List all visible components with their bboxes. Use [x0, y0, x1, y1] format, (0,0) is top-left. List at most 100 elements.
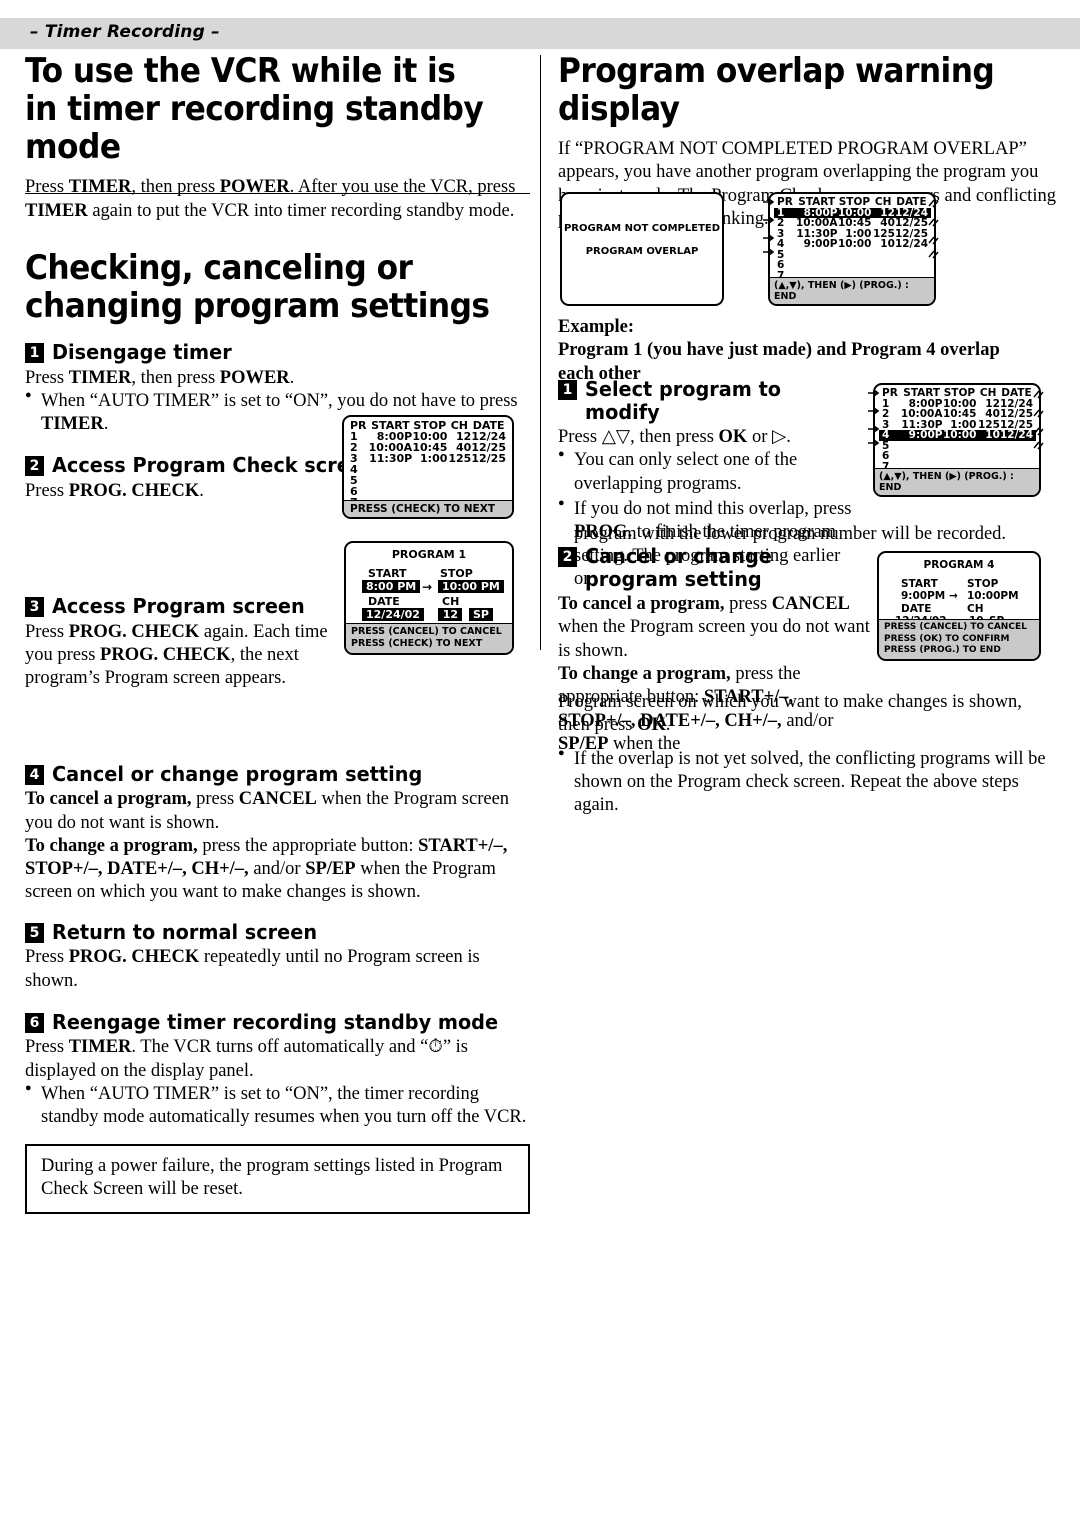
- table-header-row: PR START STOP CH DATE: [879, 388, 1036, 399]
- table-row: 2 10:00A 10:45 40 12/25: [774, 218, 931, 229]
- table-row: 3 11:30P 1:00 125 12/25: [347, 453, 509, 464]
- intro1-text-d: again to put the VCR into timer recordin…: [87, 200, 515, 221]
- program-1-stop-label: STOP: [440, 567, 473, 580]
- col-header-ch: CH: [874, 196, 892, 208]
- osd-program-4-screen: PROGRAM 4 START STOP 9:00PM → 10:00PM DA…: [877, 551, 1041, 661]
- cell-date: 12/25: [471, 452, 506, 465]
- step-title: Access Program screen: [52, 594, 305, 619]
- step-title: Select program to modify: [585, 377, 782, 424]
- intro1-text-c: . After you use the VCR, press: [289, 177, 516, 198]
- step-title: Return to normal screen: [52, 919, 318, 944]
- program-1-start-value: 8:00 PM: [362, 580, 421, 593]
- program-4-stop-value: 10:00PM: [967, 590, 1019, 602]
- program-4-ch-label: CH: [967, 603, 984, 615]
- footer-line-2: PRESS (CHECK) TO NEXT: [351, 638, 483, 650]
- example-label: Example:: [558, 317, 635, 337]
- osd-overlap-b-footer: (▲,▼), THEN (▶) (PROG.) : END: [875, 468, 1039, 495]
- cell-date: [471, 464, 509, 475]
- osd-program-1-footer: PRESS (CANCEL) TO CANCEL PRESS (CHECK) T…: [346, 623, 512, 653]
- blink-indicator-marks-b: [868, 389, 880, 447]
- step-title: Cancel or change program setting: [585, 544, 772, 591]
- table-row: 5: [774, 249, 931, 261]
- right-arrow-icon: ▷: [771, 427, 787, 448]
- right-step-2-overflow-text: Program screen on which you want to make…: [558, 692, 1022, 736]
- cell-ch: 125: [448, 452, 472, 465]
- step-1-disengage-timer: 1 Disengage timer: [25, 341, 530, 364]
- cell-ch: 40: [880, 217, 895, 229]
- arrow-right-icon: →: [422, 580, 433, 594]
- right-step-2-overflow: Program screen on which you want to make…: [558, 691, 1058, 825]
- osd-footer-text: PRESS (CHECK) TO NEXT: [350, 503, 495, 515]
- step-1-select-program-to-modify: 1 Select program to modify: [558, 378, 858, 423]
- table-row: 6: [879, 451, 1036, 462]
- step-4-line-1: To cancel a program, press CANCEL when t…: [25, 789, 510, 833]
- program-1-date-label: DATE: [368, 595, 400, 608]
- col-header-ch: CH: [979, 387, 997, 399]
- osd-program-4-footer: PRESS (CANCEL) TO CANCEL PRESS (OK) TO C…: [879, 619, 1039, 659]
- program-1-stop-value: 10:00 PM: [438, 580, 504, 593]
- step-1-line-1: Press TIMER, then press POWER.: [25, 367, 295, 388]
- osd-overlap-a-footer: (▲,▼), THEN (▶) (PROG.) : END: [770, 277, 934, 304]
- osd-warning-message-box: PROGRAM NOT COMPLETED PROGRAM OVERLAP: [560, 192, 724, 306]
- arrow-right-icon: →: [949, 590, 958, 602]
- heading-checking-canceling-changing: Checking, canceling or changing program …: [25, 247, 490, 326]
- cell-stop: 10:00: [942, 429, 977, 441]
- cell-start: 11:30P: [369, 452, 413, 465]
- intro1-timer-button-2: TIMER: [25, 200, 88, 221]
- table-row: 4 9:00P 10:00 10 12/24: [774, 239, 931, 250]
- cell-stop: 10:45: [837, 217, 872, 229]
- osd-program-check-screen: PR START STOP CH DATE 1 8:00P 10:00 12 12/24…: [342, 415, 514, 519]
- step-6-line-1: Press TIMER. The VCR turns off automatic…: [25, 1037, 468, 1081]
- step-4-line-2: To change a program, press the appropria…: [25, 835, 508, 903]
- step-number: 3: [25, 597, 44, 618]
- col-header-stop: STOP: [838, 196, 871, 208]
- table-row: 2 10:00A 10:45 40 12/25: [879, 409, 1036, 420]
- footer-line-1: PRESS (CANCEL) TO CANCEL: [351, 626, 502, 638]
- cell-start: [369, 464, 413, 475]
- osd-program-1-screen: PROGRAM 1 START STOP 8:00 PM → 10:00 PM …: [344, 541, 514, 655]
- program-1-ch-label: CH: [442, 595, 460, 608]
- step-number: 5: [25, 922, 44, 943]
- program-1-date-value: 12/24/02: [362, 608, 424, 621]
- clock-icon: ⏱: [428, 1037, 443, 1058]
- running-head-bar: – Timer Recording –: [0, 18, 1080, 49]
- step-3-line-1: Press PROG. CHECK again. Each time you p…: [25, 621, 328, 689]
- osd-program-4-title: PROGRAM 4: [923, 559, 995, 571]
- up-down-arrows-icon: △▽: [601, 427, 631, 448]
- osd-overlap-check-screen-b: PR START STOP CH DATE 1 8:00P 10:00 12 12/24…: [873, 383, 1041, 497]
- table-row: 6: [347, 486, 509, 497]
- osd-program-1-title: PROGRAM 1: [391, 548, 467, 561]
- step-number: 6: [25, 1012, 44, 1033]
- step-title: Cancel or change program setting: [52, 761, 423, 786]
- program-1-speed-value: SP: [469, 608, 493, 621]
- step-title: Access Program Check screen: [52, 453, 377, 478]
- program-1-start-label: START: [368, 567, 407, 580]
- step-6-reengage-timer: 6 Reengage timer recording standby mode: [25, 1011, 530, 1034]
- cell-ch: [447, 464, 471, 475]
- warning-line-2: PROGRAM OVERLAP: [585, 246, 699, 257]
- step-number: 2: [558, 547, 577, 567]
- program-1-ch-value: 12: [438, 608, 462, 621]
- running-head-label: – Timer Recording –: [30, 22, 220, 42]
- table-row: 4: [347, 464, 509, 475]
- step-1-overflow-text: program with the lower program number wi…: [574, 524, 1007, 544]
- step-number: 2: [25, 456, 44, 477]
- table-row: 6: [774, 260, 931, 271]
- col-header-start: START: [903, 387, 941, 399]
- step-5-line-1: Press PROG. CHECK repeatedly until no Pr…: [25, 947, 480, 991]
- intro1-text-b: , then press: [131, 177, 220, 198]
- footer-line-3: PRESS (PROG.) TO END: [884, 645, 1001, 656]
- intro-paragraph-1: Press TIMER, then press POWER. After you…: [25, 176, 530, 223]
- cell-stop: 10:45: [942, 408, 977, 420]
- step-5-return-to-normal: 5 Return to normal screen: [25, 921, 530, 944]
- program-4-date-label: DATE: [901, 603, 932, 615]
- cell-start: 10:00A: [900, 408, 943, 420]
- blink-indicator-sparkles-a: [928, 199, 939, 259]
- step-number: 1: [25, 342, 44, 363]
- step-6-bullets: When “AUTO TIMER” is set to “ON”, the ti…: [25, 1082, 530, 1130]
- blink-indicator-marks-a: [763, 198, 775, 256]
- intro1-text-a: Press: [25, 177, 69, 198]
- step-4-cancel-or-change: 4 Cancel or change program setting: [25, 763, 530, 786]
- table-header-row: PR START STOP CH DATE: [774, 197, 931, 208]
- intro1-timer-button: TIMER: [68, 177, 132, 198]
